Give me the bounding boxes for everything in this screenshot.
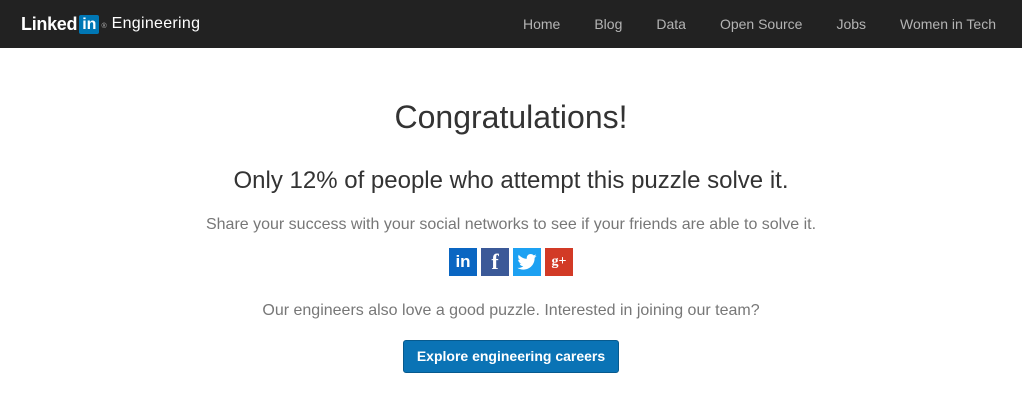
registered-mark: ®	[101, 22, 107, 30]
twitter-icon[interactable]	[513, 248, 541, 276]
page-title: Congratulations!	[394, 99, 628, 135]
facebook-icon[interactable]: f	[481, 248, 509, 276]
nav-jobs-link[interactable]: Jobs	[836, 16, 866, 32]
linkedin-engineering-logo[interactable]: Linked in ® Engineering	[21, 14, 200, 35]
nav-home-link[interactable]: Home	[523, 16, 560, 32]
main-nav: Home Blog Data Open Source Jobs Women in…	[523, 16, 996, 32]
logo-in-badge: in	[79, 14, 100, 34]
puzzle-stat-text: Only 12% of people who attempt this puzz…	[233, 167, 789, 194]
careers-prompt-text: Our engineers also love a good puzzle. I…	[262, 302, 760, 319]
twitter-bird-glyph	[517, 254, 537, 270]
nav-blog-link[interactable]: Blog	[594, 16, 622, 32]
google-plus-icon[interactable]: g+	[545, 248, 573, 276]
nav-open-source-link[interactable]: Open Source	[720, 16, 803, 32]
main-content: Congratulations! Only 12% of people who …	[0, 99, 1022, 373]
share-prompt-text: Share your success with your social netw…	[205, 216, 817, 233]
top-nav-bar: Linked in ® Engineering Home Blog Data O…	[0, 0, 1022, 48]
nav-data-link[interactable]: Data	[656, 16, 686, 32]
linkedin-icon[interactable]: in	[449, 248, 477, 276]
logo-wordmark: Linked	[21, 13, 78, 34]
logo-engineering-text: Engineering	[111, 15, 201, 32]
social-share-buttons: in f g+	[0, 248, 1022, 276]
explore-careers-button[interactable]: Explore engineering careers	[402, 340, 620, 373]
nav-women-in-tech-link[interactable]: Women in Tech	[900, 16, 996, 32]
